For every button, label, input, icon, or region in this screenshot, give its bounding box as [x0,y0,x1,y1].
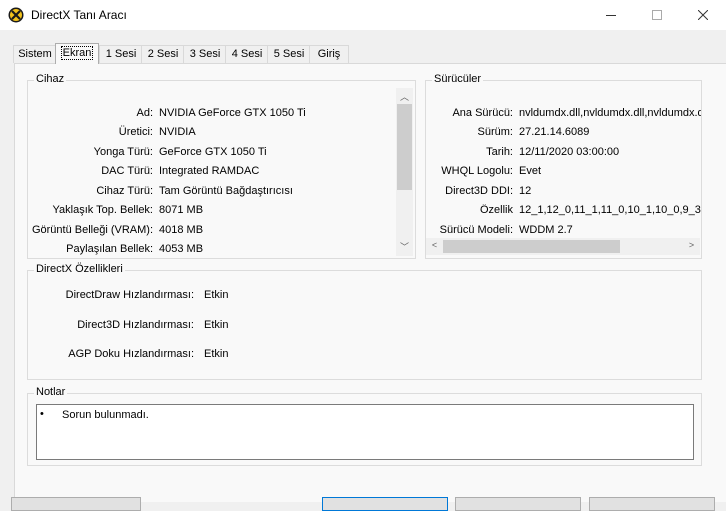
device-row-label: Ad: [136,107,153,119]
device-row-label: Yaklaşık Top. Bellek: [52,204,153,216]
device-row-label: Üretici: [118,126,153,138]
driver-row-label: Ana Sürücü: [452,107,513,119]
notes-item: Sorun bulunmadı. [62,409,149,421]
tab-ekran[interactable]: Ekran [55,43,99,64]
scroll-up-icon[interactable]: ︿ [396,90,413,103]
maximize-button[interactable] [634,0,680,30]
driver-row: Tarih: 12/11/2020 03:00:00 [428,146,701,160]
driver-row-value[interactable]: WDDM 2.7 [519,224,701,236]
device-row-value[interactable]: Tam Görüntü Bağdaştırıcısı [159,185,395,197]
driver-row: Ana Sürücü: nvldumdx.dll,nvldumdx.dll,nv… [428,107,701,121]
driver-row: Sürüm: 27.21.14.6089 [428,126,701,140]
driver-row-label: WHQL Logolu: [441,165,513,177]
tab-giris[interactable]: Giriş [309,45,349,63]
driver-row: Özellik 12_1,12_0,11_1,11_0,10_1,10_0,9_… [428,204,701,218]
next-page-button[interactable] [322,497,448,511]
device-row: Yonga Türü: GeForce GTX 1050 Ti [30,146,396,160]
device-row-value[interactable]: 8071 MB [159,204,395,216]
device-row-label: Cihaz Türü: [96,185,153,197]
device-row: Ad: NVIDIA GeForce GTX 1050 Ti [30,107,396,121]
tab-label: 1 Sesi [105,48,137,60]
driver-row-label: Tarih: [486,146,513,158]
tab-3-sesi[interactable]: 3 Sesi [183,45,227,63]
tab-label: 4 Sesi [231,48,263,60]
tab-label: Sistem [18,48,52,60]
tab-4-sesi[interactable]: 4 Sesi [225,45,269,63]
minimize-icon [606,15,616,16]
scroll-left-icon[interactable]: < [426,240,443,250]
device-row: Görüntü Belleği (VRAM): 4018 MB [30,224,396,238]
feature-row-label: AGP Doku Hızlandırması: [68,348,194,360]
driver-row: Direct3D DDI: 12 [428,185,701,199]
device-row: DAC Türü: Integrated RAMDAC [30,165,396,179]
device-row-value[interactable]: 4053 MB [159,243,395,255]
device-row-label: DAC Türü: [101,165,153,177]
device-group-title: Cihaz [34,73,67,85]
drivers-group-title: Sürücüler [432,73,484,85]
save-information-button[interactable] [455,497,581,511]
device-row: Üretici: NVIDIA [30,126,396,140]
feature-row: Direct3D Hızlandırması: Etkin [30,319,330,333]
driver-row: WHQL Logolu: Evet [428,165,701,179]
driver-row-label: Sürücü Modeli: [439,224,513,236]
directx-features-title: DirectX Özellikleri [34,263,125,275]
device-row-label: Yonga Türü: [93,146,153,158]
scroll-right-icon[interactable]: > [683,240,700,250]
maximize-icon [652,10,662,20]
tab-label: 5 Sesi [273,48,305,60]
device-row-label: Görüntü Belleği (VRAM): [31,224,153,236]
scroll-down-icon[interactable]: ﹀ [396,240,413,253]
device-row: Yaklaşık Top. Bellek: 8071 MB [30,204,396,218]
tab-sistem[interactable]: Sistem [13,45,57,63]
tab-1-sesi[interactable]: 1 Sesi [99,45,143,63]
device-row-value[interactable]: NVIDIA GeForce GTX 1050 Ti [159,107,395,119]
scroll-thumb[interactable] [443,240,620,253]
driver-row: Sürücü Modeli: WDDM 2.7 [428,224,701,238]
feature-row-value: Etkin [204,289,229,301]
device-row-value[interactable]: Integrated RAMDAC [159,165,395,177]
notes-list[interactable]: • Sorun bulunmadı. [36,404,694,460]
driver-row-value[interactable]: 12_1,12_0,11_1,11_0,10_1,10_0,9_3 [519,204,701,216]
close-button[interactable] [680,0,726,30]
feature-row-value: Etkin [204,348,229,360]
device-vertical-scrollbar[interactable]: ︿ ﹀ [396,88,413,256]
feature-row: DirectDraw Hızlandırması: Etkin [30,289,330,303]
driver-row-value[interactable]: nvldumdx.dll,nvldumdx.dll,nvldumdx.d [519,107,701,119]
driver-row-value[interactable]: Evet [519,165,701,177]
help-button[interactable] [11,497,141,511]
device-row-value[interactable]: NVIDIA [159,126,395,138]
minimize-button[interactable] [588,0,634,30]
tab-5-sesi[interactable]: 5 Sesi [267,45,311,63]
tab-label: Giriş [317,48,341,60]
close-icon [698,10,708,20]
feature-row-label: Direct3D Hızlandırması: [77,319,194,331]
tab-label: 3 Sesi [189,48,221,60]
tab-label: Ekran [60,46,94,60]
driver-row-label: Sürüm: [477,126,513,138]
scroll-thumb[interactable] [397,104,412,190]
tab-label: 2 Sesi [147,48,179,60]
exit-button[interactable] [589,497,715,511]
driver-row-label: Özellik [479,204,513,216]
notes-bullet: • [40,408,44,420]
driver-row-value[interactable]: 12/11/2020 03:00:00 [519,146,701,158]
driver-row-value[interactable]: 27.21.14.6089 [519,126,701,138]
tab-2-sesi[interactable]: 2 Sesi [141,45,185,63]
device-row-label: Paylaşılan Bellek: [66,243,153,255]
notes-title: Notlar [34,386,68,398]
title-bar: DirectX Tanı Aracı [0,0,726,30]
device-row-value[interactable]: 4018 MB [159,224,395,236]
device-row-value[interactable]: GeForce GTX 1050 Ti [159,146,395,158]
driver-row-value[interactable]: 12 [519,185,701,197]
drivers-horizontal-scrollbar[interactable]: < > [426,238,700,255]
feature-row-value: Etkin [204,319,229,331]
feature-row: AGP Doku Hızlandırması: Etkin [30,348,330,362]
driver-row-label: Direct3D DDI: [445,185,513,197]
directx-x-icon [8,7,24,23]
window-title: DirectX Tanı Aracı [31,8,127,22]
device-row: Cihaz Türü: Tam Görüntü Bağdaştırıcısı [30,185,396,199]
feature-row-label: DirectDraw Hızlandırması: [65,289,194,301]
device-row: Paylaşılan Bellek: 4053 MB [30,243,396,257]
